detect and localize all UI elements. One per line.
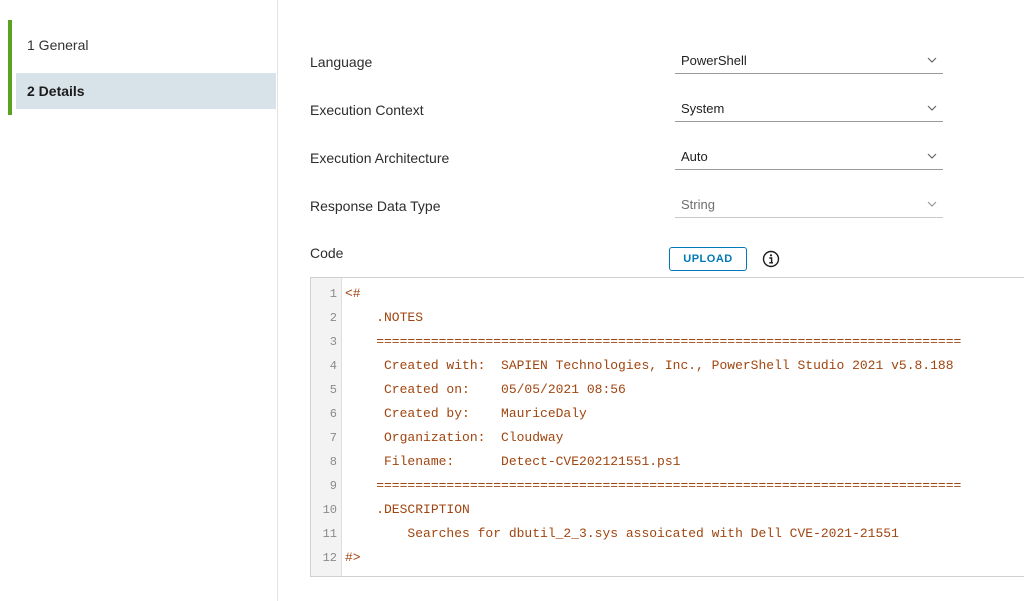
upload-button[interactable]: UPLOAD xyxy=(669,247,747,271)
execution-context-select[interactable]: System xyxy=(675,98,943,122)
step-progress-bar xyxy=(8,20,12,115)
info-icon[interactable] xyxy=(762,250,780,268)
line-number: 8 xyxy=(329,455,337,469)
code-text: Created with: SAPIEN Technologies, Inc.,… xyxy=(345,358,954,373)
chevron-down-icon xyxy=(927,105,937,111)
details-form: Language PowerShell Execution Context Sy… xyxy=(310,0,1024,601)
code-line: 7 Organization: Cloudway xyxy=(311,426,1024,450)
code-text: #> xyxy=(345,550,361,565)
chevron-down-icon xyxy=(927,153,937,159)
code-text: Organization: Cloudway xyxy=(345,430,564,445)
execution-architecture-value: Auto xyxy=(681,149,708,164)
code-line: 2 .NOTES xyxy=(311,306,1024,330)
code-text: .NOTES xyxy=(345,310,424,325)
line-number: 4 xyxy=(329,359,337,373)
execution-architecture-select[interactable]: Auto xyxy=(675,146,943,170)
line-number: 5 xyxy=(329,383,337,397)
line-number: 6 xyxy=(329,407,337,421)
line-number: 9 xyxy=(329,479,337,493)
execution-context-label: Execution Context xyxy=(310,102,424,118)
step-details[interactable]: 2 Details xyxy=(16,73,276,109)
code-line: 8 Filename: Detect-CVE202121551.ps1 xyxy=(311,450,1024,474)
code-text: ========================================… xyxy=(345,478,962,493)
line-number: 10 xyxy=(322,503,337,517)
code-text: Created on: 05/05/2021 08:56 xyxy=(345,382,626,397)
response-data-type-value: String xyxy=(681,197,715,212)
code-editor[interactable]: 1 <# 2 .NOTES 3 ===========================… xyxy=(310,277,1024,577)
code-text: <# xyxy=(345,286,361,301)
chevron-down-icon xyxy=(927,201,937,207)
code-line: 1 <# xyxy=(311,282,1024,306)
execution-architecture-label: Execution Architecture xyxy=(310,150,450,166)
code-line: 4 Created with: SAPIEN Technologies, Inc… xyxy=(311,354,1024,378)
code-line: 11 Searches for dbutil_2_3.sys assoicate… xyxy=(311,522,1024,546)
execution-context-value: System xyxy=(681,101,725,116)
code-text: ========================================… xyxy=(345,334,962,349)
chevron-down-icon xyxy=(927,57,937,63)
code-text: Searches for dbutil_2_3.sys assoicated w… xyxy=(345,526,899,541)
code-label: Code xyxy=(310,245,344,261)
line-number: 12 xyxy=(322,551,337,565)
code-text: .DESCRIPTION xyxy=(345,502,470,517)
response-data-type-label: Response Data Type xyxy=(310,198,441,214)
language-select[interactable]: PowerShell xyxy=(675,50,943,74)
line-number: 7 xyxy=(329,431,337,445)
line-number: 2 xyxy=(329,311,337,325)
line-number: 11 xyxy=(322,527,337,541)
language-label: Language xyxy=(310,54,373,70)
response-data-type-select[interactable]: String xyxy=(675,194,943,218)
code-line: 3 ======================================… xyxy=(311,330,1024,354)
line-number: 3 xyxy=(329,335,337,349)
step-general[interactable]: 1 General xyxy=(16,27,276,63)
code-text: Created by: MauriceDaly xyxy=(345,406,587,421)
code-text: Filename: Detect-CVE202121551.ps1 xyxy=(345,454,681,469)
code-line: 10 .DESCRIPTION xyxy=(311,498,1024,522)
wizard-sidebar: 1 General 2 Details xyxy=(0,0,278,601)
code-line: 9 ======================================… xyxy=(311,474,1024,498)
line-number: 1 xyxy=(329,287,337,301)
code-line: 5 Created on: 05/05/2021 08:56 xyxy=(311,378,1024,402)
code-line: 12 #> xyxy=(311,546,1024,570)
language-value: PowerShell xyxy=(681,53,747,68)
code-line: 6 Created by: MauriceDaly xyxy=(311,402,1024,426)
